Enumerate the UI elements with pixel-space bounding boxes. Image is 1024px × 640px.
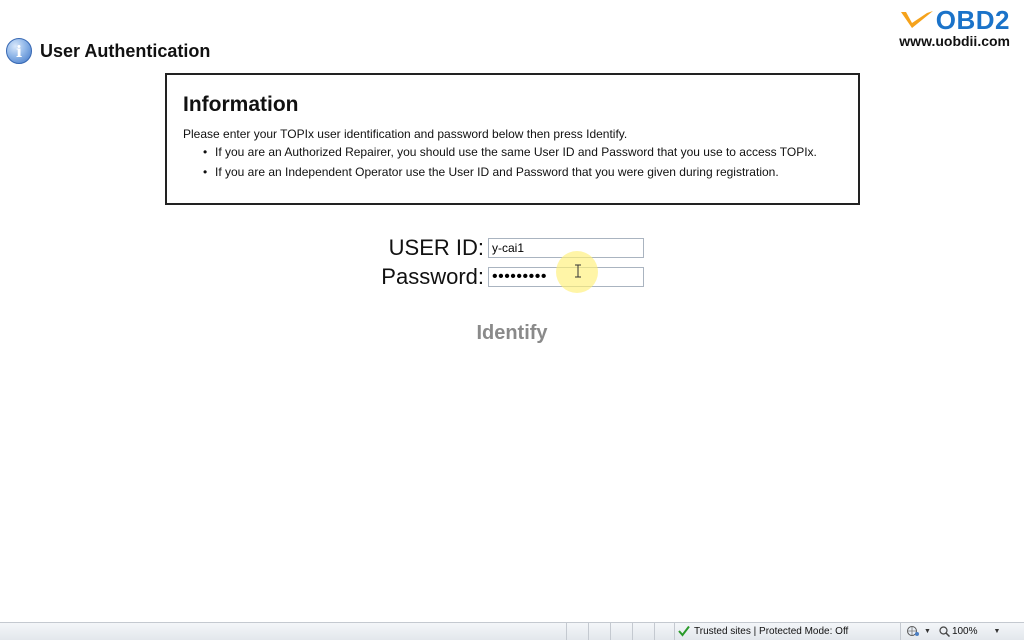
status-divider [632, 623, 633, 640]
brand-name: OBD2 [935, 5, 1010, 35]
password-label: Password: [381, 263, 484, 289]
status-divider [610, 623, 611, 640]
login-form: USER ID: Password: [370, 233, 644, 291]
info-icon: i [6, 38, 32, 64]
information-list: If you are an Authorized Repairer, you s… [183, 145, 842, 179]
information-heading: Information [183, 93, 299, 116]
page: i User Authentication OBD2 www.uobdii.co… [0, 0, 1024, 640]
chevron-down-icon[interactable]: ▼ [924, 628, 931, 635]
status-tools: ▼ 100% ▼ [906, 625, 1008, 637]
brand-mark: OBD2 [899, 6, 1010, 34]
globe-settings-icon[interactable] [906, 625, 920, 637]
status-divider [566, 623, 567, 640]
brand-url: www.uobdii.com [899, 33, 1010, 49]
information-bullet: If you are an Authorized Repairer, you s… [203, 145, 842, 159]
browser-status-bar: Trusted sites | Protected Mode: Off ▼ 10… [0, 622, 1024, 640]
identify-button[interactable]: Identify [462, 318, 562, 348]
page-header: i User Authentication [6, 38, 210, 64]
zoom-icon [939, 625, 950, 637]
status-divider [674, 623, 675, 640]
status-divider [654, 623, 655, 640]
security-zone-text: Trusted sites | Protected Mode: Off [694, 625, 849, 637]
information-panel: Information Please enter your TOPIx user… [165, 73, 860, 205]
page-title: User Authentication [40, 40, 211, 61]
information-intro: Please enter your TOPIx user identificat… [183, 127, 628, 141]
zoom-level[interactable]: 100% [952, 626, 978, 637]
password-input[interactable] [488, 266, 644, 287]
chevron-down-icon[interactable]: ▼ [994, 628, 1001, 635]
checkmark-icon [678, 625, 690, 637]
security-zone[interactable]: Trusted sites | Protected Mode: Off [678, 625, 848, 637]
status-divider [588, 623, 589, 640]
status-divider [900, 623, 901, 640]
information-bullet: If you are an Independent Operator use t… [203, 165, 842, 179]
user-id-row: USER ID: [370, 233, 644, 262]
brand-logo: OBD2 www.uobdii.com [899, 6, 1010, 49]
password-row: Password: [370, 262, 644, 291]
brand-swoosh-icon [900, 11, 933, 28]
user-id-input[interactable] [488, 237, 644, 258]
user-id-label: USER ID: [388, 234, 484, 260]
